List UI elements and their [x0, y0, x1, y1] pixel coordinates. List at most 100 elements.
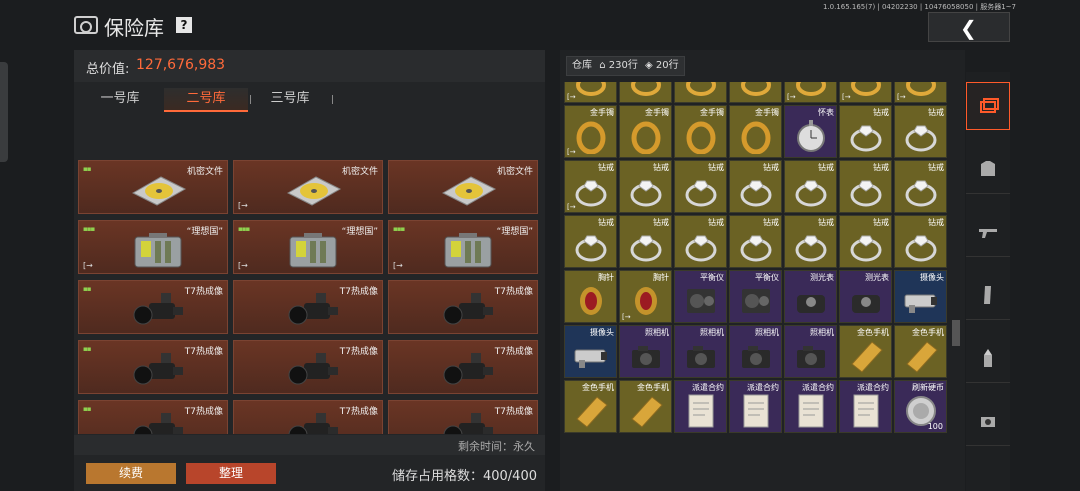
category-tab[interactable] — [966, 271, 1010, 320]
vault-item[interactable]: ▪▪ 机密文件 — [78, 160, 228, 214]
vault-item[interactable]: ▪▪ T7热成像 — [78, 340, 228, 394]
total-value-label: 总价值: — [86, 62, 130, 77]
warehouse-item[interactable] — [729, 82, 782, 103]
warehouse-item[interactable]: 测光表 — [784, 270, 837, 323]
warehouse-item[interactable]: 金手镯 — [619, 105, 672, 158]
warehouse-item[interactable]: 钻戒 — [894, 215, 947, 268]
sort-button[interactable]: 整理 — [186, 463, 276, 484]
vault-item[interactable]: 机密文件 — [388, 160, 538, 214]
warehouse-item[interactable]: 摄像头 — [564, 325, 617, 378]
light-meter-icon — [791, 281, 831, 319]
ring-icon — [901, 82, 941, 99]
warehouse-item[interactable] — [619, 82, 672, 103]
vault-item[interactable]: ▪▪ T7热成像 — [78, 280, 228, 334]
thermal-scope-icon — [282, 351, 344, 389]
warehouse-item[interactable]: 钻戒 — [784, 215, 837, 268]
warehouse-item[interactable]: [→ — [894, 82, 947, 103]
help-button[interactable]: ? — [176, 17, 192, 33]
warehouse-item[interactable]: 金色手机 — [839, 325, 892, 378]
bracelet-icon — [681, 116, 721, 155]
warehouse-item[interactable]: 照相机 — [674, 325, 727, 378]
vault-item[interactable]: T7热成像 — [388, 340, 538, 394]
thermal-scope-icon — [282, 291, 344, 329]
warehouse-item[interactable]: 钻戒 — [729, 160, 782, 213]
item-flag-icon: [→ — [622, 313, 631, 321]
vault-item[interactable]: T7热成像 — [233, 400, 383, 434]
warehouse-item[interactable]: 金手镯 [→ — [564, 105, 617, 158]
vault-item[interactable]: T7热成像 — [233, 280, 383, 334]
warehouse-item[interactable]: 金手镯 — [729, 105, 782, 158]
category-tab[interactable] — [966, 82, 1010, 130]
diamond-ring-icon — [736, 171, 776, 209]
warehouse-item[interactable]: 钻戒 — [729, 215, 782, 268]
warehouse-item[interactable]: 照相机 — [619, 325, 672, 378]
gold-phone-icon — [571, 391, 611, 429]
warehouse-item[interactable]: 派遣合约 — [784, 380, 837, 433]
item-name: 机密文件 — [186, 167, 223, 177]
vault-item[interactable]: ▪▪▪ “理想国” [→ — [233, 220, 383, 274]
warehouse-item[interactable]: [→ — [784, 82, 837, 103]
item-grade-dots: ▪▪ — [83, 405, 91, 413]
vault-item[interactable]: T7热成像 — [388, 280, 538, 334]
warehouse-item[interactable]: [→ — [564, 82, 617, 103]
warehouse-item[interactable]: 胸针 [→ — [619, 270, 672, 323]
warehouse-item[interactable]: 摄像头 — [894, 270, 947, 323]
warehouse-item[interactable]: 钻戒 — [674, 215, 727, 268]
camera-icon — [571, 336, 611, 374]
vault-item[interactable]: ▪▪ T7热成像 — [78, 400, 228, 434]
warehouse-item[interactable]: 胸针 — [564, 270, 617, 323]
warehouse-item[interactable]: 测光表 — [839, 270, 892, 323]
renew-button[interactable]: 续费 — [86, 463, 176, 484]
warehouse-item[interactable]: 刷新硬币 100 — [894, 380, 947, 433]
warehouse-item[interactable]: 钻戒 — [839, 160, 892, 213]
warehouse-item[interactable]: 怀表 — [784, 105, 837, 158]
warehouse-item[interactable]: 金色手机 — [564, 380, 617, 433]
warehouse-scrollbar[interactable] — [952, 320, 960, 346]
warehouse-item[interactable]: 钻戒 — [784, 160, 837, 213]
vault-item[interactable]: ▪▪▪ “理想国” [→ — [388, 220, 538, 274]
warehouse-item[interactable]: 照相机 — [784, 325, 837, 378]
category-tab[interactable] — [966, 397, 1010, 446]
warehouse-header: 仓库 ⌂ 230行 ◈ 20行 — [566, 56, 685, 76]
warehouse-item[interactable]: 照相机 — [729, 325, 782, 378]
diamond-ring-icon — [901, 116, 941, 154]
warehouse-item[interactable]: 钻戒 — [839, 215, 892, 268]
warehouse-item[interactable]: 钻戒 — [564, 215, 617, 268]
warehouse-item[interactable]: 金手镯 — [674, 105, 727, 158]
tab-vault-1[interactable]: 一号库 — [84, 88, 156, 110]
diamond-ring-icon — [846, 171, 886, 209]
disc-icon — [437, 171, 499, 209]
vault-item[interactable]: ▪▪▪ “理想国” [→ — [78, 220, 228, 274]
warehouse-item[interactable]: 平衡仪 — [729, 270, 782, 323]
category-tab[interactable] — [966, 145, 1010, 194]
warehouse-item[interactable]: 钻戒 — [674, 160, 727, 213]
vault-item[interactable]: T7热成像 — [233, 340, 383, 394]
warehouse-item[interactable]: 派遣合约 — [729, 380, 782, 433]
item-grade-dots: ▪▪ — [83, 165, 91, 173]
warehouse-item[interactable]: 钻戒 — [894, 160, 947, 213]
side-drawer-handle[interactable] — [0, 62, 8, 162]
back-button[interactable]: ❮ — [928, 12, 1010, 42]
warehouse-item[interactable]: 平衡仪 — [674, 270, 727, 323]
tab-vault-3[interactable]: 三号库 — [254, 88, 326, 110]
warehouse-item[interactable]: [→ — [839, 82, 892, 103]
warehouse-item[interactable]: 派遣合约 — [839, 380, 892, 433]
warehouse-item[interactable]: 金色手机 — [894, 325, 947, 378]
item-flag-icon: [→ — [393, 261, 403, 270]
warehouse-item[interactable]: 钻戒 — [839, 105, 892, 158]
tab-vault-2[interactable]: 二号库 — [164, 88, 248, 112]
warehouse-item[interactable]: 钻戒 [→ — [564, 160, 617, 213]
home-icon: ⌂ — [599, 60, 606, 71]
camera-icon — [901, 281, 941, 319]
warehouse-item[interactable]: 钻戒 — [619, 160, 672, 213]
category-tab[interactable] — [966, 334, 1010, 383]
warehouse-item[interactable] — [674, 82, 727, 103]
category-tab[interactable] — [966, 208, 1010, 257]
vault-item[interactable]: 机密文件 [→ — [233, 160, 383, 214]
warehouse-item[interactable]: 钻戒 — [619, 215, 672, 268]
warehouse-item[interactable]: 钻戒 — [894, 105, 947, 158]
warehouse-item[interactable]: 派遣合约 — [674, 380, 727, 433]
warehouse-item[interactable]: 金色手机 — [619, 380, 672, 433]
diamond-ring-icon — [626, 226, 666, 264]
vault-item[interactable]: T7热成像 — [388, 400, 538, 434]
